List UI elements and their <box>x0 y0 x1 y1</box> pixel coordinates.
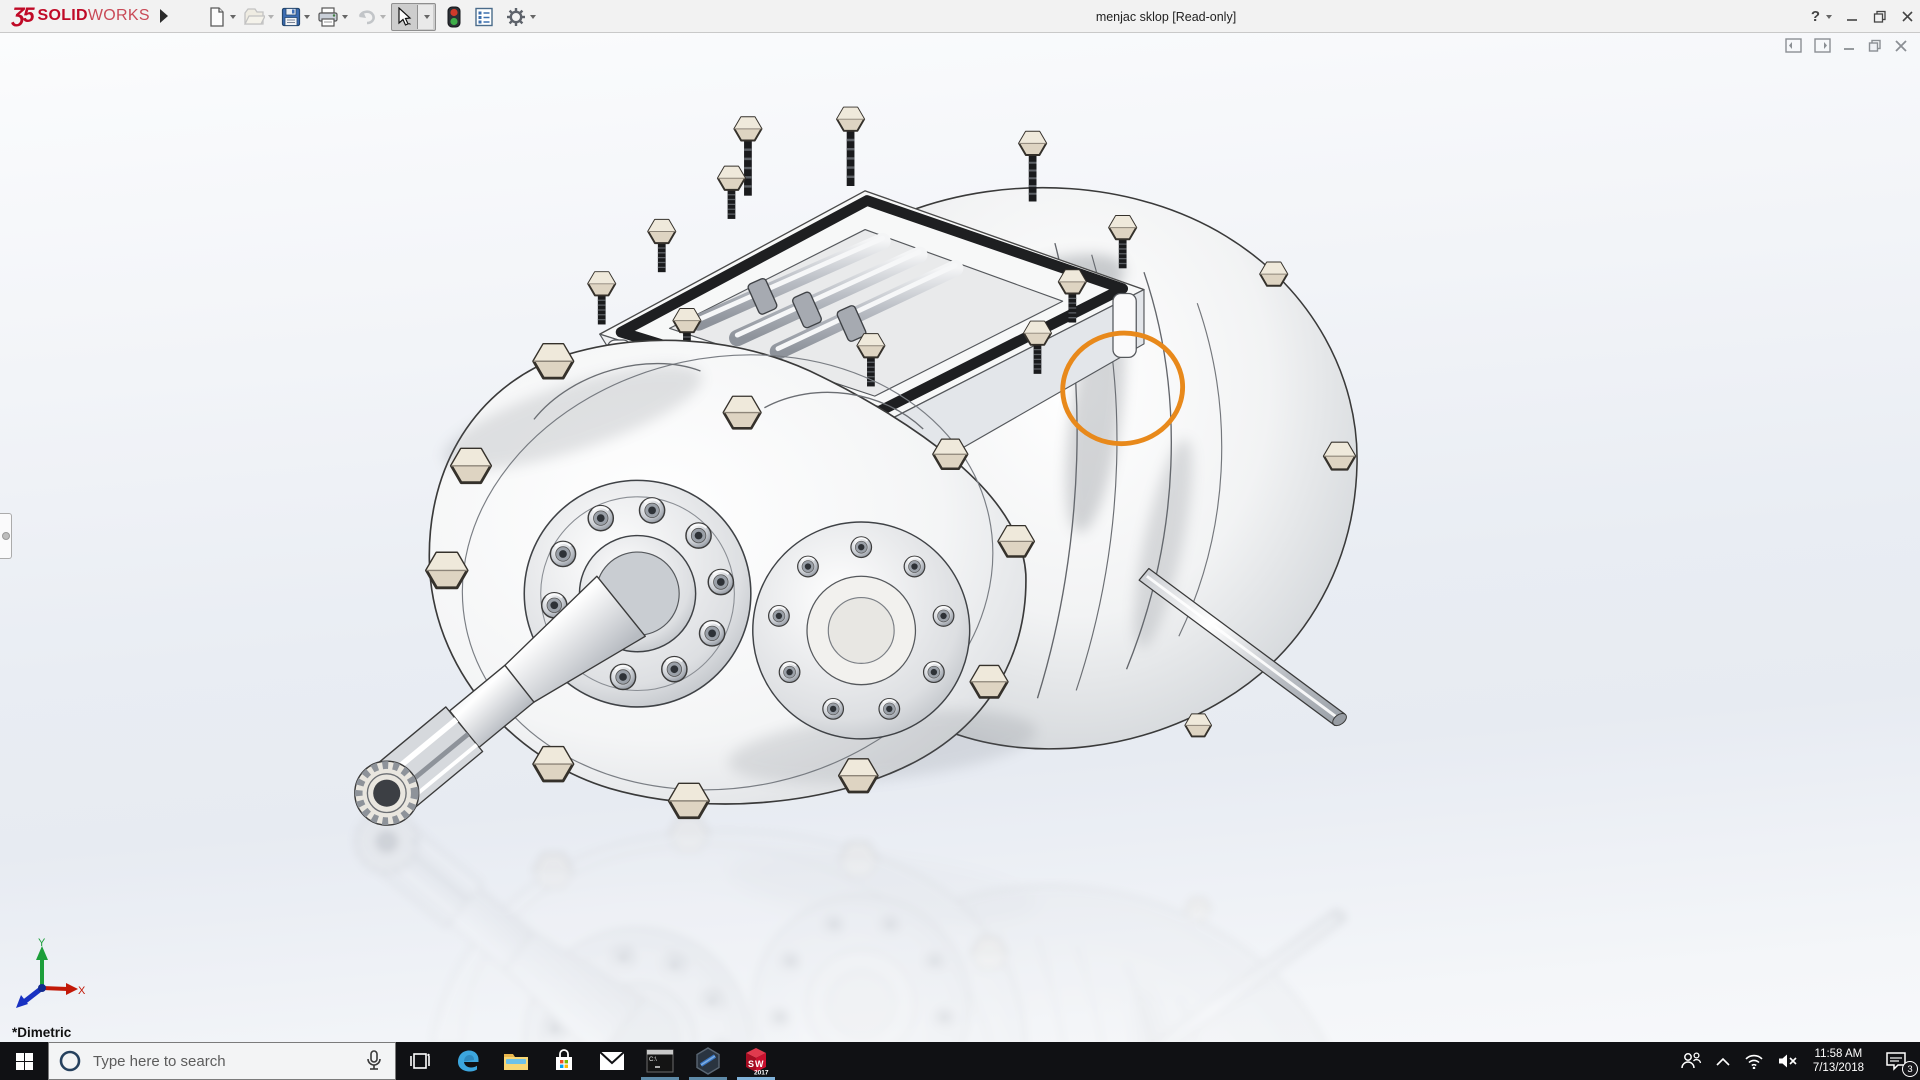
svg-text:SW: SW <box>748 1059 765 1069</box>
search-placeholder: Type here to search <box>93 1052 226 1070</box>
hidden-icons-button[interactable] <box>1709 1042 1737 1080</box>
undo-button[interactable] <box>353 4 388 30</box>
clock-time: 11:58 AM <box>1814 1048 1863 1060</box>
print-dropdown[interactable] <box>342 14 348 19</box>
graphics-viewport[interactable]: Y X *Dimetric <box>0 33 1920 1042</box>
taskbar-solidworks[interactable]: SW 2017 <box>732 1042 780 1080</box>
triad-x-label: X <box>78 985 86 997</box>
open-dropdown[interactable] <box>268 14 274 19</box>
taskbar-mail[interactable] <box>588 1042 636 1080</box>
orientation-triad: Y X <box>16 937 86 1008</box>
windows-taskbar: Type here to search C:\ SW 2017 11:58 AM… <box>0 1042 1920 1080</box>
view-orientation-label: *Dimetric <box>12 1025 72 1040</box>
save-floppy-icon <box>281 7 301 26</box>
clock-date: 7/13/2018 <box>1812 1062 1864 1074</box>
microphone-icon[interactable] <box>365 1050 383 1072</box>
solidworks-app-icon: SW 2017 <box>746 1048 769 1077</box>
help-dropdown[interactable] <box>1826 14 1832 19</box>
hexagon-app-icon <box>696 1047 720 1075</box>
file-explorer-icon <box>504 1054 528 1070</box>
edge-icon <box>458 1050 479 1072</box>
new-document-button[interactable] <box>205 4 238 30</box>
select-cursor-icon <box>398 6 412 26</box>
task-list-icon <box>475 7 493 26</box>
standard-toolbar <box>205 0 541 33</box>
print-button[interactable] <box>315 4 350 30</box>
minimize-button[interactable] <box>1846 10 1859 23</box>
windows-logo-icon <box>15 1052 33 1070</box>
notification-badge: 3 <box>1902 1061 1918 1077</box>
select-dropdown[interactable] <box>417 4 433 29</box>
taskbar-clock[interactable]: 11:58 AM 7/13/2018 <box>1805 1047 1872 1075</box>
cortana-icon <box>59 1050 81 1072</box>
action-center-button[interactable]: 3 <box>1872 1042 1920 1080</box>
housing-bolt[interactable] <box>1184 713 1213 738</box>
taskbar-store[interactable] <box>540 1042 588 1080</box>
open-button[interactable] <box>241 4 276 30</box>
desktop: { "window": { "brand": {"mark": "Ʒ5", "s… <box>0 0 1920 1080</box>
solidworks-logo-mark: Ʒ5 <box>12 4 34 27</box>
close-button[interactable] <box>1901 10 1914 23</box>
save-dropdown[interactable] <box>304 14 310 19</box>
people-button[interactable] <box>1673 1042 1709 1080</box>
taskbar-edge[interactable] <box>444 1042 492 1080</box>
menu-expand-arrow[interactable] <box>160 9 168 23</box>
options-dropdown[interactable] <box>530 14 536 19</box>
doc-minimize-button[interactable] <box>1843 39 1856 52</box>
store-icon <box>556 1049 572 1070</box>
task-view-icon <box>410 1053 430 1069</box>
doc-restore-button[interactable] <box>1868 39 1882 52</box>
floor-reflection <box>355 796 1357 1042</box>
solidworks-logo: Ʒ5 SOLID WORKS <box>12 4 150 27</box>
taskbar-file-explorer[interactable] <box>492 1042 540 1080</box>
wifi-icon <box>1745 1054 1763 1069</box>
undo-icon <box>358 9 375 24</box>
side-cover[interactable] <box>752 521 971 740</box>
traffic-light-icon <box>447 6 461 27</box>
traffic-light-button[interactable] <box>445 4 463 30</box>
volume-muted-icon <box>1778 1054 1797 1068</box>
gearbox-body[interactable] <box>354 106 1358 839</box>
people-icon <box>1681 1052 1701 1069</box>
help-button[interactable]: ? <box>1811 8 1820 25</box>
housing-bolt[interactable] <box>1322 441 1357 471</box>
svg-text:2017: 2017 <box>754 1070 769 1077</box>
chevron-up-icon <box>1716 1057 1730 1066</box>
system-tray: 11:58 AM 7/13/2018 3 <box>1673 1042 1920 1080</box>
gearbox-assembly-model[interactable] <box>0 33 1920 1042</box>
gear-icon <box>507 7 525 26</box>
volume-button[interactable] <box>1771 1042 1805 1080</box>
task-list-button[interactable] <box>472 4 496 30</box>
new-document-icon <box>210 6 224 27</box>
select-button[interactable] <box>391 2 436 31</box>
new-document-dropdown[interactable] <box>230 14 236 19</box>
undo-dropdown[interactable] <box>380 14 386 19</box>
command-prompt-icon: C:\ <box>646 1049 674 1073</box>
restore-button[interactable] <box>1873 10 1887 23</box>
start-button[interactable] <box>0 1042 48 1080</box>
mail-icon <box>599 1051 625 1070</box>
svg-text:C:\: C:\ <box>649 1057 657 1063</box>
title-bar: Ʒ5 SOLID WORKS menjac sklop [Read-only] … <box>0 0 1920 33</box>
housing-bolt[interactable] <box>1259 261 1289 287</box>
options-button[interactable] <box>503 4 538 30</box>
task-view-button[interactable] <box>396 1042 444 1080</box>
taskbar-hexagon-app[interactable] <box>684 1042 732 1080</box>
document-window-controls <box>1785 38 1908 53</box>
pane-expand-right-button[interactable] <box>1814 38 1831 53</box>
save-button[interactable] <box>279 4 312 30</box>
taskbar-search-box[interactable]: Type here to search <box>48 1042 396 1080</box>
triad-y-label: Y <box>38 937 46 949</box>
print-icon <box>318 6 338 27</box>
open-folder-icon <box>243 7 265 25</box>
pane-collapse-left-button[interactable] <box>1785 38 1802 53</box>
taskbar-command-prompt[interactable]: C:\ <box>636 1042 684 1080</box>
network-button[interactable] <box>1737 1042 1771 1080</box>
doc-close-button[interactable] <box>1894 39 1908 53</box>
window-title: menjac sklop [Read-only] <box>1095 9 1237 24</box>
